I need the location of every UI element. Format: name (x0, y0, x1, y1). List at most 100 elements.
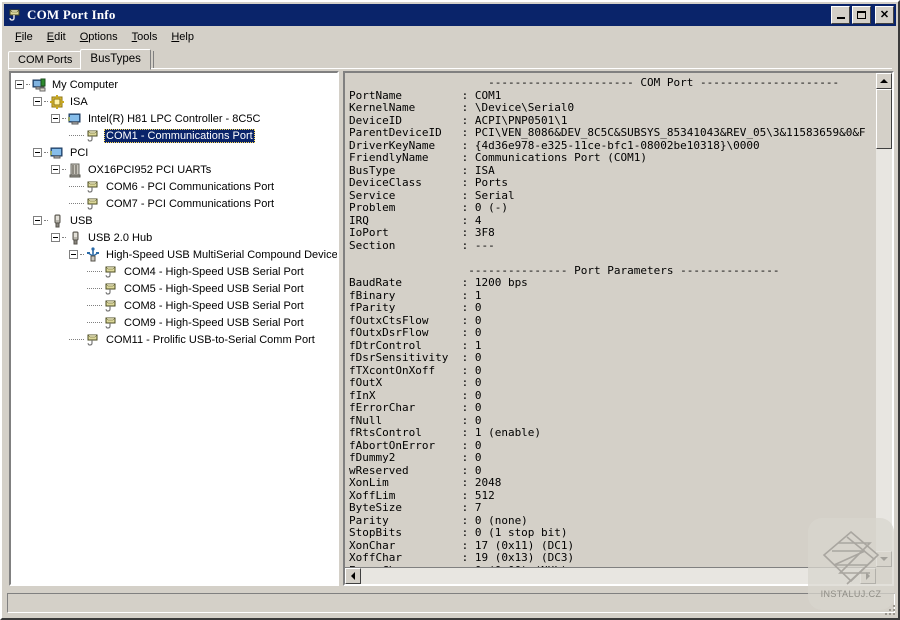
menu-item-help[interactable]: Help (164, 30, 201, 44)
tree-node-label: ISA (68, 95, 90, 109)
tree-node[interactable]: COM8 - High-Speed USB Serial Port (15, 297, 337, 314)
usb-bus-icon (49, 213, 65, 229)
tree-collapse-icon[interactable] (33, 97, 42, 106)
serial-port-icon (7, 7, 23, 23)
my-computer-icon (31, 77, 47, 93)
title-bar[interactable]: COM Port Info ✕ (4, 4, 896, 26)
details-horizontal-scrollbar[interactable] (345, 567, 892, 584)
tree-connector-line (44, 101, 48, 102)
tree-connector-line (87, 288, 102, 289)
tree-node-label: COM5 - High-Speed USB Serial Port (122, 282, 306, 296)
maximize-button[interactable] (852, 6, 871, 24)
tree-node-label: USB (68, 214, 95, 228)
serial-port-icon (85, 128, 101, 144)
tree-connector-line (87, 322, 102, 323)
tree-node[interactable]: Intel(R) H81 LPC Controller - 8C5C (15, 110, 337, 127)
uart-chip-icon (67, 162, 83, 178)
details-vscroll-track[interactable] (876, 89, 892, 551)
tree-node[interactable]: COM7 - PCI Communications Port (15, 195, 337, 212)
tree-connector-line (69, 186, 84, 187)
port-details-panel: ---------------------- COM Port --------… (343, 71, 894, 586)
tree-collapse-icon[interactable] (69, 250, 78, 259)
tree-node-label: COM1 - Communications Port (104, 129, 255, 143)
device-tree[interactable]: My Computer ISA Intel(R) H81 LPC Controlle… (11, 73, 337, 584)
tree-node[interactable]: My Computer (15, 76, 337, 93)
menu-item-edit[interactable]: Edit (40, 30, 73, 44)
tree-node[interactable]: COM5 - High-Speed USB Serial Port (15, 280, 337, 297)
tree-connector-line (62, 118, 66, 119)
tree-node[interactable]: COM11 - Prolific USB-to-Serial Comm Port (15, 331, 337, 348)
port-details-text[interactable]: ---------------------- COM Port --------… (345, 73, 876, 567)
tree-connector-line (44, 152, 48, 153)
tab-bustypes[interactable]: BusTypes (80, 49, 151, 70)
device-tree-panel: My Computer ISA Intel(R) H81 LPC Controlle… (9, 71, 339, 586)
tree-collapse-icon[interactable] (33, 148, 42, 157)
tree-node-label: COM7 - PCI Communications Port (104, 197, 276, 211)
tree-node[interactable]: COM4 - High-Speed USB Serial Port (15, 263, 337, 280)
serial-port-icon (85, 332, 101, 348)
tree-node[interactable]: ISA (15, 93, 337, 110)
device-icon (67, 111, 83, 127)
window-title: COM Port Info (27, 7, 831, 23)
tree-node-label: COM8 - High-Speed USB Serial Port (122, 299, 306, 313)
tree-connector-line (62, 169, 66, 170)
pci-bus-icon (49, 145, 65, 161)
window-controls: ✕ (831, 6, 894, 24)
tree-collapse-icon[interactable] (51, 114, 60, 123)
tree-node[interactable]: USB 2.0 Hub (15, 229, 337, 246)
menu-item-file[interactable]: File (8, 30, 40, 44)
tree-node[interactable]: USB (15, 212, 337, 229)
serial-port-icon (85, 179, 101, 195)
serial-port-icon (103, 298, 119, 314)
tree-collapse-icon[interactable] (51, 233, 60, 242)
serial-port-icon (85, 196, 101, 212)
tab-strip: COM Ports BusTypes (8, 49, 892, 69)
details-hscroll-track[interactable] (361, 568, 860, 584)
tree-node-label: PCI (68, 146, 90, 160)
serial-port-icon (103, 264, 119, 280)
menu-item-help-rest: elp (179, 31, 194, 43)
close-button[interactable]: ✕ (875, 6, 894, 24)
status-bar (7, 593, 895, 613)
tree-node[interactable]: High-Speed USB MultiSerial Compound Devi… (15, 246, 337, 263)
tree-node-label: High-Speed USB MultiSerial Compound Devi… (104, 248, 337, 262)
tab-label: COM Ports (18, 54, 72, 66)
tree-connector-line (69, 203, 84, 204)
tree-node[interactable]: PCI (15, 144, 337, 161)
menu-item-file-rest: ile (22, 31, 33, 43)
isa-bus-icon (49, 94, 65, 110)
tree-node-label: My Computer (50, 78, 120, 92)
serial-port-icon (103, 281, 119, 297)
tree-node[interactable]: COM6 - PCI Communications Port (15, 178, 337, 195)
tree-node-label: Intel(R) H81 LPC Controller - 8C5C (86, 112, 262, 126)
tree-connector-line (69, 135, 84, 136)
scrollbar-corner (876, 567, 892, 584)
resize-grip[interactable] (881, 601, 895, 615)
tree-connector-line (69, 339, 84, 340)
tree-collapse-icon[interactable] (33, 216, 42, 225)
menu-item-tools-rest: ools (137, 31, 157, 43)
tree-collapse-icon[interactable] (51, 165, 60, 174)
details-scroll-left-button[interactable] (345, 568, 361, 584)
tree-node[interactable]: OX16PCI952 PCI UARTs (15, 161, 337, 178)
details-scroll-down-button[interactable] (876, 551, 892, 567)
details-scroll-up-button[interactable] (876, 73, 892, 89)
tree-node[interactable]: COM1 - Communications Port (15, 127, 337, 144)
serial-port-icon (103, 315, 119, 331)
minimize-button[interactable] (831, 6, 850, 24)
tab-trailing-divider (153, 51, 154, 69)
tree-connector-line (87, 305, 102, 306)
tree-node-label: COM6 - PCI Communications Port (104, 180, 276, 194)
details-vertical-scrollbar[interactable] (876, 73, 892, 567)
details-scroll-right-button[interactable] (860, 568, 876, 584)
tree-node[interactable]: COM9 - High-Speed USB Serial Port (15, 314, 337, 331)
details-vscroll-thumb[interactable] (876, 89, 892, 149)
menu-item-options-rest: ptions (88, 31, 117, 43)
tree-collapse-icon[interactable] (15, 80, 24, 89)
usb-composite-icon (85, 247, 101, 263)
tab-label: BusTypes (90, 53, 141, 65)
tree-connector-line (87, 271, 102, 272)
menu-item-options[interactable]: Options (73, 30, 125, 44)
menu-item-tools[interactable]: Tools (125, 30, 165, 44)
tree-node-label: USB 2.0 Hub (86, 231, 154, 245)
